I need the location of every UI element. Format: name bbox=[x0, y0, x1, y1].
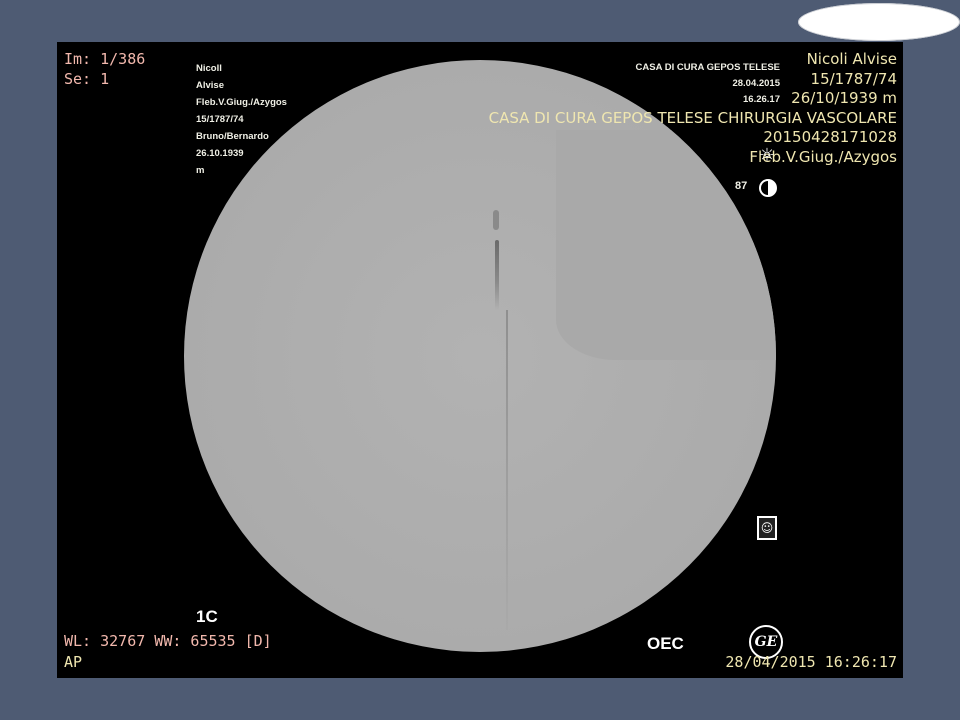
orientation-label: AP bbox=[64, 653, 83, 671]
burned-in-line: Bruno/Bernardo bbox=[196, 131, 269, 142]
guide-wire bbox=[506, 310, 508, 630]
patient-id: 15/1787/74 bbox=[810, 69, 897, 88]
burned-in-line: Nicoll bbox=[196, 63, 222, 74]
patient-info-overlay: Nicoli Alvise 15/1787/74 26/10/1939 m CA… bbox=[489, 50, 897, 167]
burned-in-line: Alvise bbox=[196, 80, 224, 91]
image-index: Im: 1/386 bbox=[64, 50, 146, 68]
frame-number: 87 bbox=[735, 180, 748, 192]
institution-department: CASA DI CURA GEPOS TELESE CHIRURGIA VASC… bbox=[488, 108, 897, 127]
image-viewer[interactable]: Im: 1/386 Se: 1 Nicoll Alvise Fleb.V.Giu… bbox=[57, 42, 903, 678]
study-description: Fleb.V.Giug./Azygos bbox=[749, 147, 897, 166]
burned-in-line: 26.10.1939 bbox=[196, 148, 244, 159]
patient-name: Nicoli Alvise bbox=[806, 50, 897, 68]
burned-in-line: Fleb.V.Giug./Azygos bbox=[196, 97, 287, 108]
acquisition-datetime: 28/04/2015 16:26:17 bbox=[725, 653, 897, 671]
catheter-shadow bbox=[495, 240, 499, 310]
study-uid: 20150428171028 bbox=[763, 128, 897, 146]
series-number: Se: 1 bbox=[64, 70, 110, 88]
marker-1c: 1C bbox=[196, 607, 218, 626]
oec-label: OEC bbox=[647, 634, 684, 653]
patient-birthdate-sex: 26/10/1939 m bbox=[791, 89, 897, 107]
sun-icon: ☼ bbox=[758, 145, 776, 166]
half-moon-icon bbox=[759, 179, 777, 197]
window-level: WL: 32767 WW: 65535 [D] bbox=[64, 632, 272, 650]
burned-in-line: 15/1787/74 bbox=[196, 114, 244, 125]
catheter-tip bbox=[493, 210, 499, 230]
burned-in-line: m bbox=[196, 165, 205, 176]
orientation-figure-icon: ☺ bbox=[757, 516, 777, 540]
rounded-highlight-shape bbox=[798, 3, 960, 41]
burned-in-patient-block: Nicoll Alvise Fleb.V.Giug./Azygos 15/178… bbox=[196, 60, 287, 179]
